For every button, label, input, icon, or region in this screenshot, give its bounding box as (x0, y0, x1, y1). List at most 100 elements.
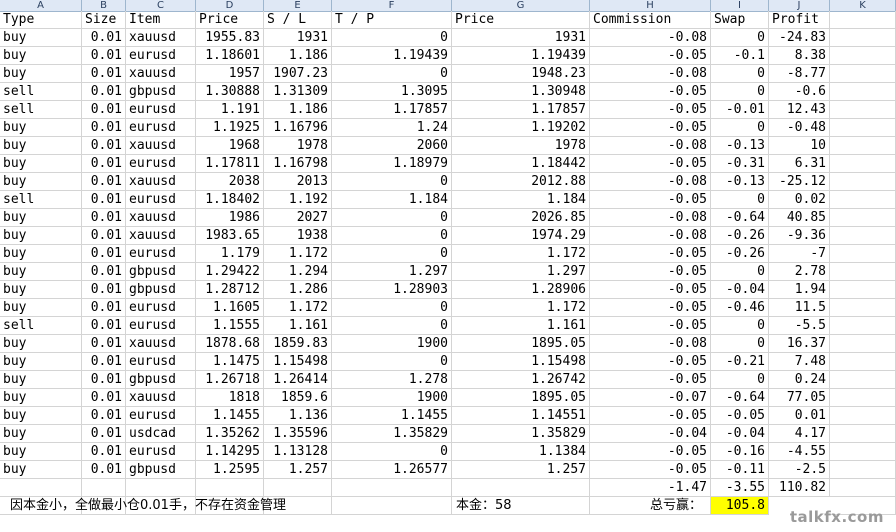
cell-tp[interactable]: 1.35829 (332, 425, 452, 443)
empty-cell[interactable] (830, 137, 896, 155)
cell-size[interactable]: 0.01 (82, 227, 126, 245)
cell-price[interactable]: 1957 (196, 65, 264, 83)
cell-price[interactable]: 1.179 (196, 245, 264, 263)
cell-sl[interactable]: 1.172 (264, 299, 332, 317)
empty-cell[interactable] (830, 47, 896, 65)
cell-close-price[interactable]: 1.26742 (452, 371, 590, 389)
empty-cell[interactable] (830, 65, 896, 83)
cell-close-price[interactable]: 2012.88 (452, 173, 590, 191)
cell-commission[interactable]: -0.05 (590, 155, 711, 173)
empty-cell[interactable] (830, 245, 896, 263)
cell-profit[interactable]: -0.48 (769, 119, 830, 137)
cell-tp[interactable]: 1.26577 (332, 461, 452, 479)
cell-size[interactable]: 0.01 (82, 155, 126, 173)
empty-cell[interactable] (452, 479, 590, 497)
cell-tp[interactable]: 2060 (332, 137, 452, 155)
cell-swap[interactable]: -0.04 (711, 281, 769, 299)
cell-close-price[interactable]: 1.297 (452, 263, 590, 281)
cell-tp[interactable]: 1.17857 (332, 101, 452, 119)
empty-cell[interactable] (830, 371, 896, 389)
cell-close-price[interactable]: 2026.85 (452, 209, 590, 227)
cell-close-price[interactable]: 1.35829 (452, 425, 590, 443)
cell-commission[interactable]: -0.05 (590, 407, 711, 425)
cell-commission[interactable]: -0.08 (590, 65, 711, 83)
cell-tp[interactable]: 0 (332, 173, 452, 191)
cell-price[interactable]: 1.18402 (196, 191, 264, 209)
cell-profit[interactable]: 12.43 (769, 101, 830, 119)
cell-type[interactable]: buy (0, 389, 82, 407)
cell-price[interactable]: 1.1605 (196, 299, 264, 317)
cell-swap[interactable]: -0.64 (711, 389, 769, 407)
cell-commission[interactable]: -0.08 (590, 227, 711, 245)
cell-profit[interactable]: -7 (769, 245, 830, 263)
cell-item[interactable]: xauusd (126, 227, 196, 245)
cell-item[interactable]: gbpusd (126, 281, 196, 299)
cell-size[interactable]: 0.01 (82, 407, 126, 425)
cell-item[interactable]: xauusd (126, 335, 196, 353)
header-cell-commission[interactable]: Commission (590, 11, 711, 29)
column-header-i[interactable]: I (711, 0, 769, 11)
cell-price[interactable]: 1955.83 (196, 29, 264, 47)
cell-type[interactable]: buy (0, 263, 82, 281)
empty-cell[interactable] (830, 389, 896, 407)
cell-size[interactable]: 0.01 (82, 263, 126, 281)
cell-close-price[interactable]: 1.30948 (452, 83, 590, 101)
cell-type[interactable]: sell (0, 101, 82, 119)
empty-cell[interactable] (830, 83, 896, 101)
cell-swap[interactable]: -0.11 (711, 461, 769, 479)
cell-profit[interactable]: 77.05 (769, 389, 830, 407)
header-cell-price[interactable]: Price (196, 11, 264, 29)
cell-price[interactable]: 1.26718 (196, 371, 264, 389)
cell-price[interactable]: 1983.65 (196, 227, 264, 245)
empty-cell[interactable] (196, 479, 264, 497)
cell-commission[interactable]: -0.05 (590, 353, 711, 371)
empty-cell[interactable] (830, 407, 896, 425)
header-cell-tp[interactable]: T / P (332, 11, 452, 29)
cell-swap[interactable]: -0.21 (711, 353, 769, 371)
cell-profit[interactable]: -8.77 (769, 65, 830, 83)
cell-size[interactable]: 0.01 (82, 29, 126, 47)
empty-cell[interactable] (830, 263, 896, 281)
empty-cell[interactable] (830, 299, 896, 317)
cell-price[interactable]: 1.35262 (196, 425, 264, 443)
cell-close-price[interactable]: 1.184 (452, 191, 590, 209)
cell-profit[interactable]: -4.55 (769, 443, 830, 461)
cell-swap[interactable]: 0 (711, 29, 769, 47)
header-cell-type[interactable]: Type (0, 11, 82, 29)
cell-type[interactable]: buy (0, 209, 82, 227)
cell-commission[interactable]: -0.05 (590, 47, 711, 65)
cell-sl[interactable]: 1.186 (264, 101, 332, 119)
cell-commission[interactable]: -0.08 (590, 173, 711, 191)
total-pnl-value[interactable]: 105.8 (711, 497, 769, 515)
cell-price[interactable]: 1.1475 (196, 353, 264, 371)
cell-price[interactable]: 1.17811 (196, 155, 264, 173)
cell-type[interactable]: buy (0, 155, 82, 173)
cell-price[interactable]: 1.28712 (196, 281, 264, 299)
cell-price[interactable]: 1.14295 (196, 443, 264, 461)
cell-commission[interactable]: -0.05 (590, 245, 711, 263)
cell-item[interactable]: eurusd (126, 101, 196, 119)
cell-size[interactable]: 0.01 (82, 137, 126, 155)
cell-size[interactable]: 0.01 (82, 83, 126, 101)
cell-item[interactable]: eurusd (126, 317, 196, 335)
empty-cell[interactable] (830, 281, 896, 299)
column-header-e[interactable]: E (264, 0, 332, 11)
cell-sl[interactable]: 2013 (264, 173, 332, 191)
cell-tp[interactable]: 1.19439 (332, 47, 452, 65)
cell-sl[interactable]: 1.186 (264, 47, 332, 65)
cell-type[interactable]: buy (0, 299, 82, 317)
cell-close-price[interactable]: 1.172 (452, 245, 590, 263)
cell-size[interactable]: 0.01 (82, 461, 126, 479)
cell-sl[interactable]: 1931 (264, 29, 332, 47)
cell-size[interactable]: 0.01 (82, 65, 126, 83)
cell-size[interactable]: 0.01 (82, 443, 126, 461)
cell-type[interactable]: buy (0, 119, 82, 137)
cell-close-price[interactable]: 1.18442 (452, 155, 590, 173)
cell-commission[interactable]: -0.08 (590, 209, 711, 227)
column-header-h[interactable]: H (590, 0, 711, 11)
cell-profit[interactable]: -24.83 (769, 29, 830, 47)
cell-tp[interactable]: 1.297 (332, 263, 452, 281)
cell-size[interactable]: 0.01 (82, 317, 126, 335)
spreadsheet[interactable]: A B C D E F G H I J K Type Size Item Price S / LT / P Pr… (0, 0, 896, 532)
cell-tp[interactable]: 0 (332, 245, 452, 263)
